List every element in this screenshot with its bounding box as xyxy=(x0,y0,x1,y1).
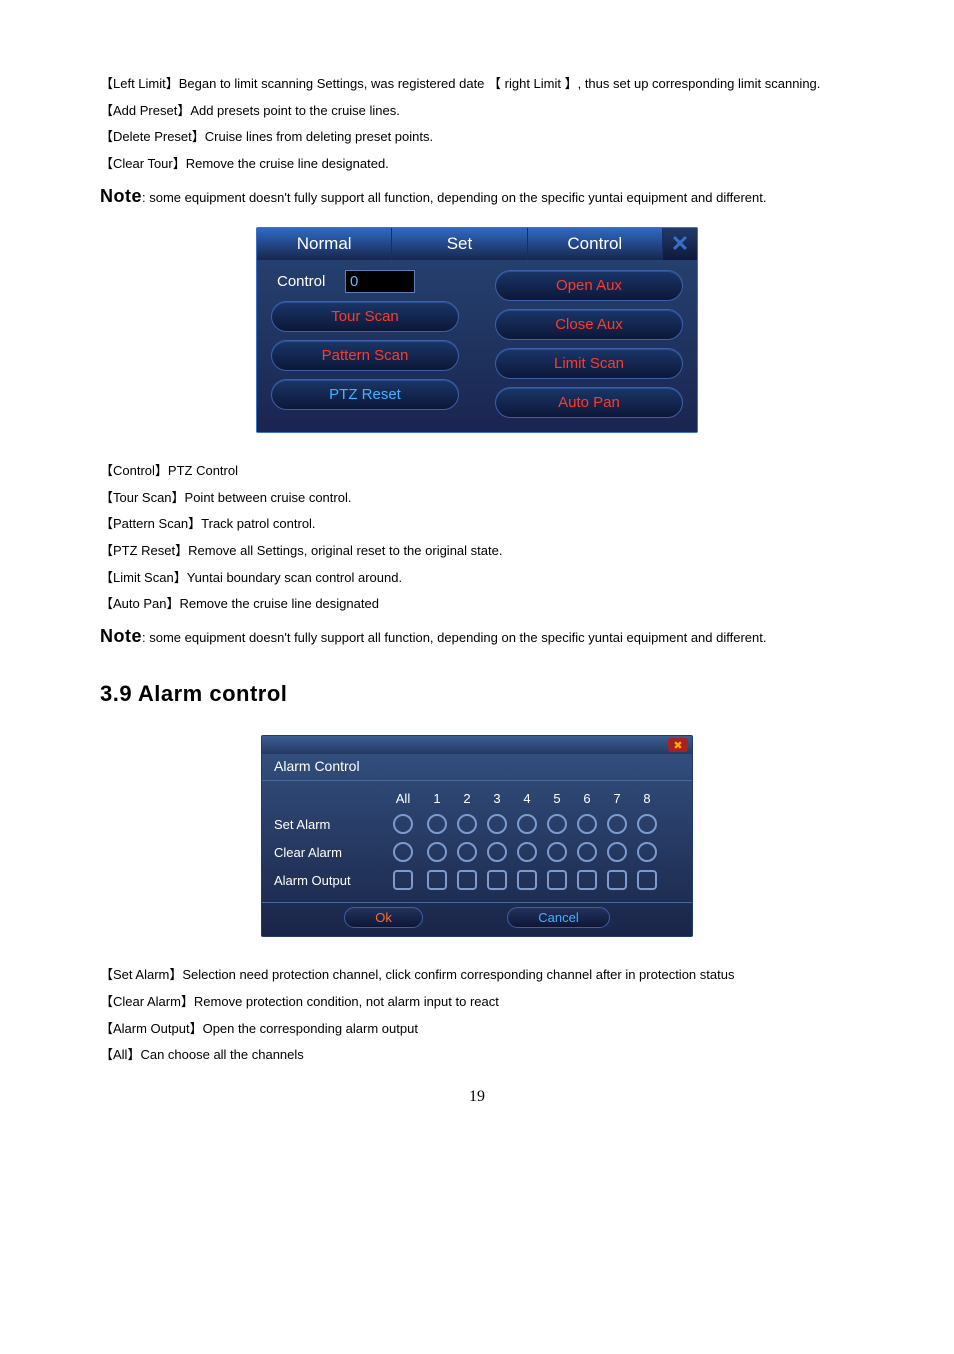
tab-set[interactable]: Set xyxy=(392,228,527,260)
alarm-output-3-checkbox[interactable] xyxy=(487,870,507,890)
note-body-2: : some equipment doesn't fully support a… xyxy=(142,630,766,645)
ptz-tabs: Normal Set Control ✕ xyxy=(257,228,697,260)
note-label-2: Note xyxy=(100,626,142,646)
clear-alarm-all-radio[interactable] xyxy=(393,842,413,862)
ptz-reset-button[interactable]: PTZ Reset xyxy=(271,379,459,410)
set-alarm-6-radio[interactable] xyxy=(577,814,597,834)
col-5: 5 xyxy=(542,791,572,806)
alarm-control-dialog: ✖ Alarm Control All 1 2 3 4 5 6 7 8 Set … xyxy=(261,735,693,937)
section-3-9-title: 3.9 Alarm control xyxy=(100,681,854,707)
alarm-output-1-checkbox[interactable] xyxy=(427,870,447,890)
set-alarm-8-radio[interactable] xyxy=(637,814,657,834)
para-clear-alarm: 【Clear Alarm】Remove protection condition… xyxy=(100,990,854,1015)
col-8: 8 xyxy=(632,791,662,806)
para-set-alarm: 【Set Alarm】Selection need protection cha… xyxy=(100,963,854,988)
close-aux-button[interactable]: Close Aux xyxy=(495,309,683,340)
clear-alarm-4-radio[interactable] xyxy=(517,842,537,862)
note-body: : some equipment doesn't fully support a… xyxy=(142,190,766,205)
note-label: Note xyxy=(100,186,142,206)
row-set-alarm: Set Alarm xyxy=(274,817,384,832)
clear-alarm-6-radio[interactable] xyxy=(577,842,597,862)
para-control: 【Control】PTZ Control xyxy=(100,459,854,484)
para-auto-pan: 【Auto Pan】Remove the cruise line designa… xyxy=(100,592,854,617)
para-left-limit: 【Left Limit】Began to limit scanning Sett… xyxy=(100,72,854,97)
set-alarm-1-radio[interactable] xyxy=(427,814,447,834)
tab-normal[interactable]: Normal xyxy=(257,228,392,260)
clear-alarm-7-radio[interactable] xyxy=(607,842,627,862)
set-alarm-2-radio[interactable] xyxy=(457,814,477,834)
set-alarm-3-radio[interactable] xyxy=(487,814,507,834)
alarm-grid: All 1 2 3 4 5 6 7 8 Set Alarm Clear A xyxy=(274,791,680,890)
col-1: 1 xyxy=(422,791,452,806)
set-alarm-4-radio[interactable] xyxy=(517,814,537,834)
tab-control[interactable]: Control xyxy=(528,228,663,260)
col-6: 6 xyxy=(572,791,602,806)
para-all: 【All】Can choose all the channels xyxy=(100,1043,854,1068)
clear-alarm-2-radio[interactable] xyxy=(457,842,477,862)
control-label: Control xyxy=(271,273,337,290)
clear-alarm-5-radio[interactable] xyxy=(547,842,567,862)
limit-scan-button[interactable]: Limit Scan xyxy=(495,348,683,379)
para-limit-scan: 【Limit Scan】Yuntai boundary scan control… xyxy=(100,566,854,591)
col-4: 4 xyxy=(512,791,542,806)
col-all: All xyxy=(384,791,422,806)
alarm-output-8-checkbox[interactable] xyxy=(637,870,657,890)
para-delete-preset: 【Delete Preset】Cruise lines from deletin… xyxy=(100,125,854,150)
clear-alarm-3-radio[interactable] xyxy=(487,842,507,862)
pattern-scan-button[interactable]: Pattern Scan xyxy=(271,340,459,371)
row-alarm-output: Alarm Output xyxy=(274,873,384,888)
open-aux-button[interactable]: Open Aux xyxy=(495,270,683,301)
col-7: 7 xyxy=(602,791,632,806)
control-input[interactable] xyxy=(345,270,415,293)
set-alarm-5-radio[interactable] xyxy=(547,814,567,834)
clear-alarm-8-radio[interactable] xyxy=(637,842,657,862)
ok-button[interactable]: Ok xyxy=(344,907,423,928)
clear-alarm-1-radio[interactable] xyxy=(427,842,447,862)
para-add-preset: 【Add Preset】Add presets point to the cru… xyxy=(100,99,854,124)
alarm-output-7-checkbox[interactable] xyxy=(607,870,627,890)
note-1: Note: some equipment doesn't fully suppo… xyxy=(100,179,854,213)
alarm-output-5-checkbox[interactable] xyxy=(547,870,567,890)
alarm-dialog-title: Alarm Control xyxy=(262,754,692,781)
set-alarm-7-radio[interactable] xyxy=(607,814,627,834)
ptz-control-panel: Normal Set Control ✕ Control Tour Scan P… xyxy=(256,227,698,433)
para-pattern-scan: 【Pattern Scan】Track patrol control. xyxy=(100,512,854,537)
para-alarm-output: 【Alarm Output】Open the corresponding ala… xyxy=(100,1017,854,1042)
cancel-button[interactable]: Cancel xyxy=(507,907,609,928)
alarm-output-6-checkbox[interactable] xyxy=(577,870,597,890)
set-alarm-all-radio[interactable] xyxy=(393,814,413,834)
col-3: 3 xyxy=(482,791,512,806)
alarm-output-4-checkbox[interactable] xyxy=(517,870,537,890)
note-2: Note: some equipment doesn't fully suppo… xyxy=(100,619,854,653)
alarm-output-2-checkbox[interactable] xyxy=(457,870,477,890)
page-number: 19 xyxy=(100,1088,854,1106)
auto-pan-button[interactable]: Auto Pan xyxy=(495,387,683,418)
row-clear-alarm: Clear Alarm xyxy=(274,845,384,860)
para-clear-tour: 【Clear Tour】Remove the cruise line desig… xyxy=(100,152,854,177)
para-ptz-reset: 【PTZ Reset】Remove all Settings, original… xyxy=(100,539,854,564)
close-icon[interactable]: ✖ xyxy=(668,738,688,752)
alarm-output-all-checkbox[interactable] xyxy=(393,870,413,890)
col-2: 2 xyxy=(452,791,482,806)
close-icon[interactable]: ✕ xyxy=(663,228,697,260)
tour-scan-button[interactable]: Tour Scan xyxy=(271,301,459,332)
para-tour-scan: 【Tour Scan】Point between cruise control. xyxy=(100,486,854,511)
